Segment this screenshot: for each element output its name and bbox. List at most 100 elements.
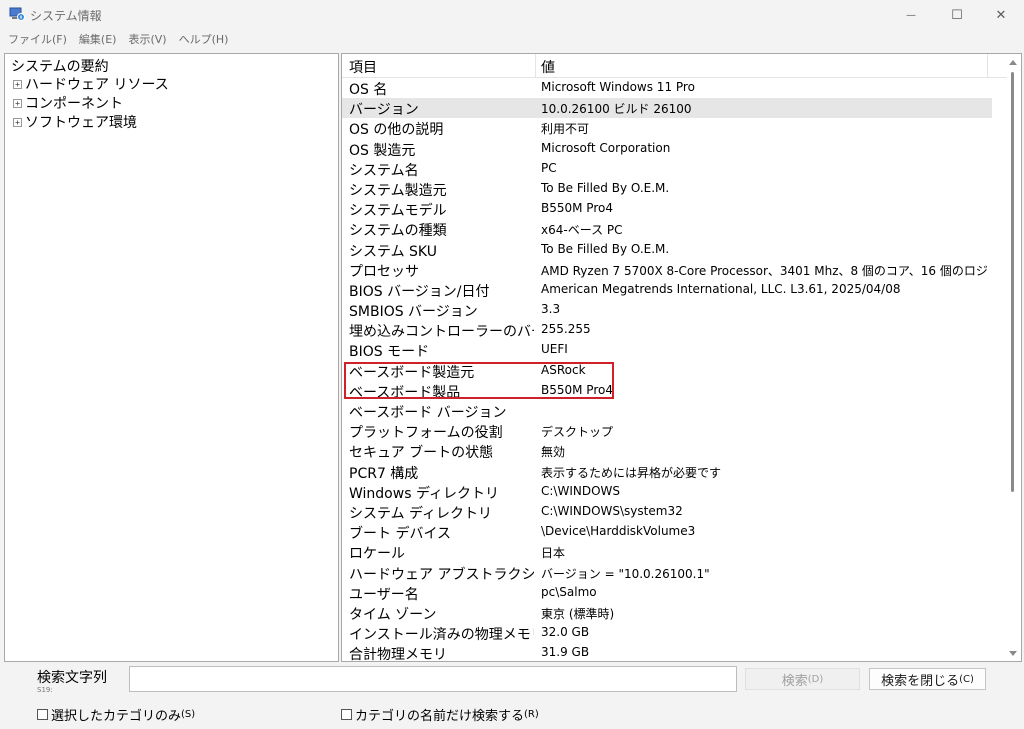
- table-row[interactable]: セキュア ブートの状態 無効: [342, 441, 992, 461]
- row-item-label: ハードウェア アブストラクション ...: [349, 566, 534, 583]
- expand-icon[interactable]: +: [13, 79, 22, 89]
- row-value: デスクトップ: [541, 425, 614, 440]
- table-row[interactable]: システム製造元 To Be Filled By O.E.M.: [342, 179, 992, 199]
- table-row[interactable]: ハードウェア アブストラクション ... バージョン = "10.0.26100.…: [342, 563, 992, 583]
- maximize-button[interactable]: ☐: [934, 0, 980, 30]
- row-value: 無効: [541, 445, 566, 460]
- table-row[interactable]: OS 名 Microsoft Windows 11 Pro: [342, 78, 992, 98]
- table-row[interactable]: インストール済みの物理メモリ... 32.0 GB: [342, 623, 992, 643]
- table-row[interactable]: ベースボード バージョン: [342, 401, 992, 421]
- scroll-thumb[interactable]: [1011, 72, 1014, 492]
- table-row[interactable]: ロケール 日本: [342, 542, 992, 562]
- table-row[interactable]: SMBIOS バージョン 3.3: [342, 300, 992, 320]
- row-item-label: Windows ディレクトリ: [349, 485, 499, 502]
- menu-edit[interactable]: 編集(E): [73, 30, 123, 50]
- close-search-button-key: (C): [959, 673, 974, 685]
- table-row[interactable]: プロセッサ AMD Ryzen 7 5700X 8-Core Processor、…: [342, 260, 992, 280]
- tree-item-label: ソフトウェア環境: [25, 115, 137, 131]
- table-row[interactable]: Windows ディレクトリ C:\WINDOWS: [342, 482, 992, 502]
- search-button[interactable]: 検索 (D): [745, 668, 860, 690]
- maximize-icon: ☐: [951, 7, 963, 23]
- table-row[interactable]: システム名 PC: [342, 159, 992, 179]
- table-row[interactable]: OS の他の説明 利用不可: [342, 118, 992, 138]
- row-item-label: システム ディレクトリ: [349, 505, 493, 522]
- table-row[interactable]: システムモデル B550M Pro4: [342, 199, 992, 219]
- scroll-up-arrow-icon[interactable]: [1009, 60, 1017, 65]
- row-value: B550M Pro4: [541, 201, 613, 216]
- tree-item-components[interactable]: + コンポーネント: [13, 94, 123, 112]
- row-item-label: インストール済みの物理メモリ...: [349, 627, 534, 644]
- checkbox-label: カテゴリの名前だけ検索する: [355, 709, 525, 724]
- close-button[interactable]: ✕: [978, 0, 1024, 30]
- title-bar: システム情報 — ☐ ✕: [0, 0, 1024, 30]
- menu-file[interactable]: ファイル(F): [0, 30, 73, 50]
- category-names-only-checkbox[interactable]: カテゴリの名前だけ検索する (R): [341, 705, 539, 724]
- vertical-scrollbar[interactable]: [1007, 56, 1019, 660]
- scroll-down-arrow-icon[interactable]: [1009, 651, 1017, 656]
- expand-icon[interactable]: +: [13, 117, 22, 127]
- row-item-label: ブート デバイス: [349, 526, 452, 543]
- expand-icon[interactable]: +: [13, 98, 22, 108]
- table-row[interactable]: ユーザー名 pc\Salmo: [342, 583, 992, 603]
- table-row[interactable]: システムの種類 x64-ベース PC: [342, 219, 992, 239]
- row-item-label: セキュア ブートの状態: [349, 445, 494, 462]
- row-value: pc\Salmo: [541, 584, 597, 599]
- row-item-label: 埋め込みコントローラーのバー...: [349, 324, 534, 341]
- tree-item-label: ハードウェア リソース: [25, 77, 169, 93]
- table-row[interactable]: ブート デバイス \Device\HarddiskVolume3: [342, 522, 992, 542]
- column-divider[interactable]: [535, 54, 536, 78]
- table-row[interactable]: BIOS バージョン/日付 American Megatrends Interna…: [342, 280, 992, 300]
- table-row[interactable]: BIOS モード UEFI: [342, 340, 992, 360]
- search-input[interactable]: [129, 666, 737, 692]
- table-row[interactable]: PCR7 構成 表示するためには昇格が必要です: [342, 462, 992, 482]
- row-value: 東京 (標準時): [541, 606, 615, 621]
- checkbox-label: 選択したカテゴリのみ: [51, 709, 182, 724]
- menu-bar: ファイル(F) 編集(E) 表示(V) ヘルプ(H): [0, 30, 1024, 50]
- checkbox-box[interactable]: [341, 709, 352, 720]
- row-value: 31.9 GB: [541, 645, 590, 660]
- row-value: C:\WINDOWS\system32: [541, 503, 683, 518]
- column-header-value[interactable]: 値: [541, 57, 555, 77]
- row-value: Microsoft Windows 11 Pro: [541, 80, 695, 94]
- table-row[interactable]: プラットフォームの役割 デスクトップ: [342, 421, 992, 441]
- tree-item-system-summary[interactable]: システムの要約: [11, 56, 109, 76]
- column-header-item[interactable]: 項目: [349, 57, 377, 77]
- table-row[interactable]: システム ディレクトリ C:\WINDOWS\system32: [342, 502, 992, 522]
- row-value: 32.0 GB: [541, 625, 590, 640]
- search-panel: 検索文字列 S19: 検索 (D) 検索を閉じる (C) 選択したカテゴリのみ (S)…: [0, 662, 1024, 729]
- row-item-label: ロケール: [349, 546, 405, 563]
- search-button-key: (D): [807, 673, 824, 685]
- category-tree[interactable]: システムの要約 + ハードウェア リソース + コンポーネント + ソフトウェア…: [4, 53, 339, 662]
- tree-item-software-environment[interactable]: + ソフトウェア環境: [13, 113, 137, 131]
- row-item-label: OS の他の説明: [349, 122, 444, 139]
- minimize-button[interactable]: —: [888, 0, 934, 30]
- minimize-icon: —: [906, 9, 916, 21]
- row-value: To Be Filled By O.E.M.: [541, 241, 670, 256]
- selected-category-only-checkbox[interactable]: 選択したカテゴリのみ (S): [37, 705, 195, 724]
- row-item-label: バージョン: [349, 102, 419, 119]
- row-item-label: ユーザー名: [349, 586, 419, 603]
- tree-item-hardware-resources[interactable]: + ハードウェア リソース: [13, 75, 169, 93]
- table-row[interactable]: システム SKU To Be Filled By O.E.M.: [342, 240, 992, 260]
- column-divider[interactable]: [987, 54, 988, 78]
- table-row[interactable]: 合計物理メモリ 31.9 GB: [342, 643, 992, 661]
- table-row[interactable]: 埋め込みコントローラーのバー... 255.255: [342, 320, 992, 340]
- menu-help[interactable]: ヘルプ(H): [173, 30, 235, 50]
- table-row[interactable]: OS 製造元 Microsoft Corporation: [342, 139, 992, 159]
- details-list[interactable]: 項目 値 OS 名 Microsoft Windows 11 Pro バージョン 10…: [341, 53, 1022, 662]
- menu-view[interactable]: 表示(V): [122, 30, 172, 50]
- row-item-label: プロセッサ: [349, 263, 419, 280]
- row-item-label: SMBIOS バージョン: [349, 304, 478, 321]
- close-search-button[interactable]: 検索を閉じる (C): [869, 668, 986, 690]
- checkbox-key: (R): [524, 709, 539, 720]
- row-value: C:\WINDOWS: [541, 483, 621, 498]
- table-row[interactable]: タイム ゾーン 東京 (標準時): [342, 603, 992, 623]
- row-item-label: PCR7 構成: [349, 465, 419, 482]
- row-value: UEFI: [541, 342, 568, 357]
- row-item-label: タイム ゾーン: [349, 606, 437, 623]
- checkbox-box[interactable]: [37, 709, 48, 720]
- table-row[interactable]: バージョン 10.0.26100 ビルド 26100: [342, 98, 992, 119]
- row-value: American Megatrends International, LLC. …: [541, 281, 901, 296]
- window-title: システム情報: [30, 9, 102, 23]
- row-item-label: プラットフォームの役割: [349, 425, 503, 442]
